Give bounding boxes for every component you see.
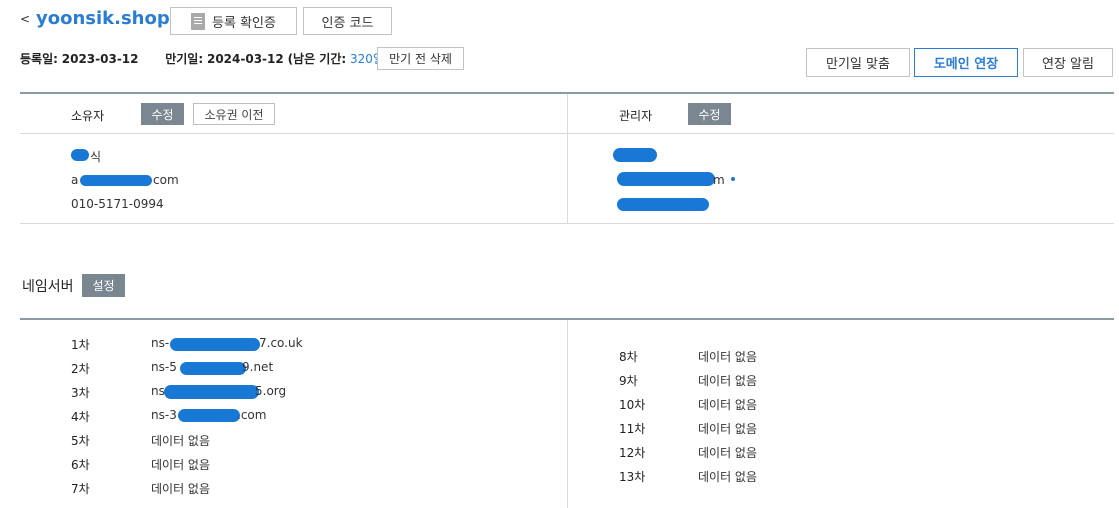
expiry-label: 만기일: [165, 52, 204, 66]
auth-code-button[interactable]: 인증 코드 [303, 7, 392, 35]
registration-certificate-button[interactable]: 등록 확인증 [170, 7, 297, 35]
redaction-mark [180, 362, 246, 375]
extend-alert-button[interactable]: 연장 알림 [1023, 48, 1113, 77]
ns-number: 10차 [619, 398, 646, 412]
ns-value: 데이터 없음 [698, 422, 758, 436]
ns-number: 9차 [619, 374, 638, 388]
back-button[interactable]: < [20, 12, 30, 26]
redaction-mark [71, 149, 89, 161]
remaining-open: (남은 기간: [287, 52, 347, 66]
ns-value: 데이터 없음 [151, 458, 211, 472]
ns-value-suffix: 7.co.uk [259, 336, 303, 350]
ns-value-suffix: 5.org [255, 384, 287, 398]
ns-value: 데이터 없음 [698, 374, 758, 388]
ns-number: 13차 [619, 470, 646, 484]
nameserver-column-divider [567, 320, 568, 508]
ns-number: 11차 [619, 422, 646, 436]
registered-date: 2023-03-12 [61, 52, 139, 66]
ns-value: 데이터 없음 [698, 470, 758, 484]
admin-email-end: m [713, 173, 725, 187]
ns-value: 데이터 없음 [698, 398, 758, 412]
owner-name: 식 [90, 150, 102, 164]
nameserver-setup-button[interactable]: 설정 [82, 274, 125, 297]
owner-label: 소유자 [71, 109, 105, 123]
redaction-mark [80, 175, 152, 186]
ns-number: 2차 [71, 362, 90, 376]
contact-column-divider [567, 94, 568, 223]
early-delete-button[interactable]: 만기 전 삭제 [377, 47, 464, 70]
ns-number: 5차 [71, 434, 90, 448]
ns-value: 데이터 없음 [698, 446, 758, 460]
redaction-mark [178, 409, 240, 422]
owner-edit-button[interactable]: 수정 [141, 103, 184, 125]
certificate-icon [191, 12, 206, 30]
ns-number: 12차 [619, 446, 646, 460]
redaction-mark [617, 198, 709, 211]
owner-email-start: a [71, 173, 79, 187]
redaction-mark [170, 338, 260, 351]
ns-value: 데이터 없음 [151, 434, 211, 448]
ns-number: 7차 [71, 482, 90, 496]
domain-title: yoonsik.shop [36, 8, 170, 29]
admin-edit-button[interactable]: 수정 [688, 103, 731, 125]
ns-value-prefix: ns [151, 384, 165, 398]
ns-value-prefix: ns-5 [151, 360, 177, 374]
ns-value-suffix: 9.net [242, 360, 274, 374]
contact-bottom-divider [20, 223, 1114, 224]
ns-value: 데이터 없음 [698, 350, 758, 364]
owner-phone: 010-5171-0994 [71, 197, 164, 211]
redaction-mark [731, 177, 735, 181]
ns-number: 6차 [71, 458, 90, 472]
ns-number: 3차 [71, 386, 90, 400]
ns-value-suffix: .com [237, 408, 267, 422]
admin-label: 관리자 [619, 109, 653, 123]
redaction-mark [617, 172, 715, 186]
ns-number: 8차 [619, 350, 638, 364]
contact-header-divider [20, 133, 1114, 134]
owner-email-end: com [153, 173, 179, 187]
redaction-mark [613, 148, 657, 162]
ns-number: 1차 [71, 338, 90, 352]
match-expiry-button[interactable]: 만기일 맞춤 [806, 48, 910, 77]
expiry-date: 2024-03-12 [206, 52, 284, 66]
date-info: 등록일: 2023-03-12 만기일: 2024-03-12 (남은 기간: … [20, 50, 393, 67]
extend-domain-button[interactable]: 도메인 연장 [914, 48, 1018, 77]
nameserver-title: 네임서버 [22, 279, 74, 295]
ns-value-prefix: ns- [151, 336, 170, 350]
ns-value: 데이터 없음 [151, 482, 211, 496]
ownership-transfer-button[interactable]: 소유권 이전 [193, 103, 275, 125]
ns-value-prefix: ns-3 [151, 408, 177, 422]
ns-number: 4차 [71, 410, 90, 424]
registration-certificate-label: 등록 확인증 [212, 15, 276, 31]
registered-label: 등록일: [20, 52, 58, 66]
redaction-mark [164, 385, 259, 399]
